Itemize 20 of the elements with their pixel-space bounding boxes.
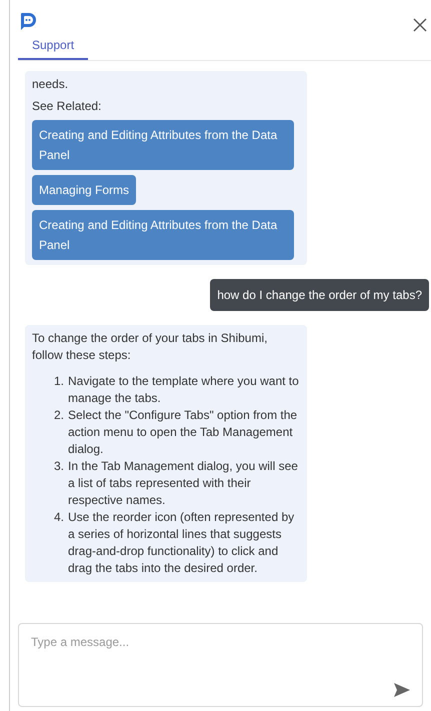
related-article-button[interactable]: Managing Forms [32, 175, 136, 205]
tab[interactable]: Support [18, 36, 88, 60]
message-text: To change the order of your tabs in Shibumi, follow these steps: [32, 330, 268, 364]
send-icon[interactable] [394, 683, 410, 697]
step-text: In the Tab Management dialog, you will see a list of tabs represented with their respective names. [68, 458, 299, 509]
step-text: Navigate to the template where you want to manage the tabs. [68, 373, 300, 407]
message-text: needs. [32, 76, 70, 93]
step-number: 2. [54, 407, 66, 424]
robot-logo-icon [18, 11, 38, 31]
related-article-button[interactable]: Creating and Editing Attributes from the Data Panel [32, 120, 294, 170]
step-number: 1. [54, 373, 66, 390]
step-text: Use the reorder icon (often represented by a series of horizontal lines that suggests drag-and-drop functionality) to click and drag the tabs into the desired order. [68, 509, 296, 577]
step-number: 4. [54, 509, 66, 526]
message-input-field[interactable]: Type a message... [31, 633, 410, 651]
user-message-bubble: how do I change the order of my tabs? [210, 279, 429, 311]
step-number: 3. [54, 458, 66, 475]
close-icon[interactable] [413, 18, 427, 32]
message-text: See Related: [32, 98, 102, 115]
related-article-button[interactable]: Creating and Editing Attributes from the Data Panel [32, 210, 294, 260]
step-text: Select the "Configure Tabs" option from the action menu to open the Tab Management dialog. [68, 407, 298, 458]
